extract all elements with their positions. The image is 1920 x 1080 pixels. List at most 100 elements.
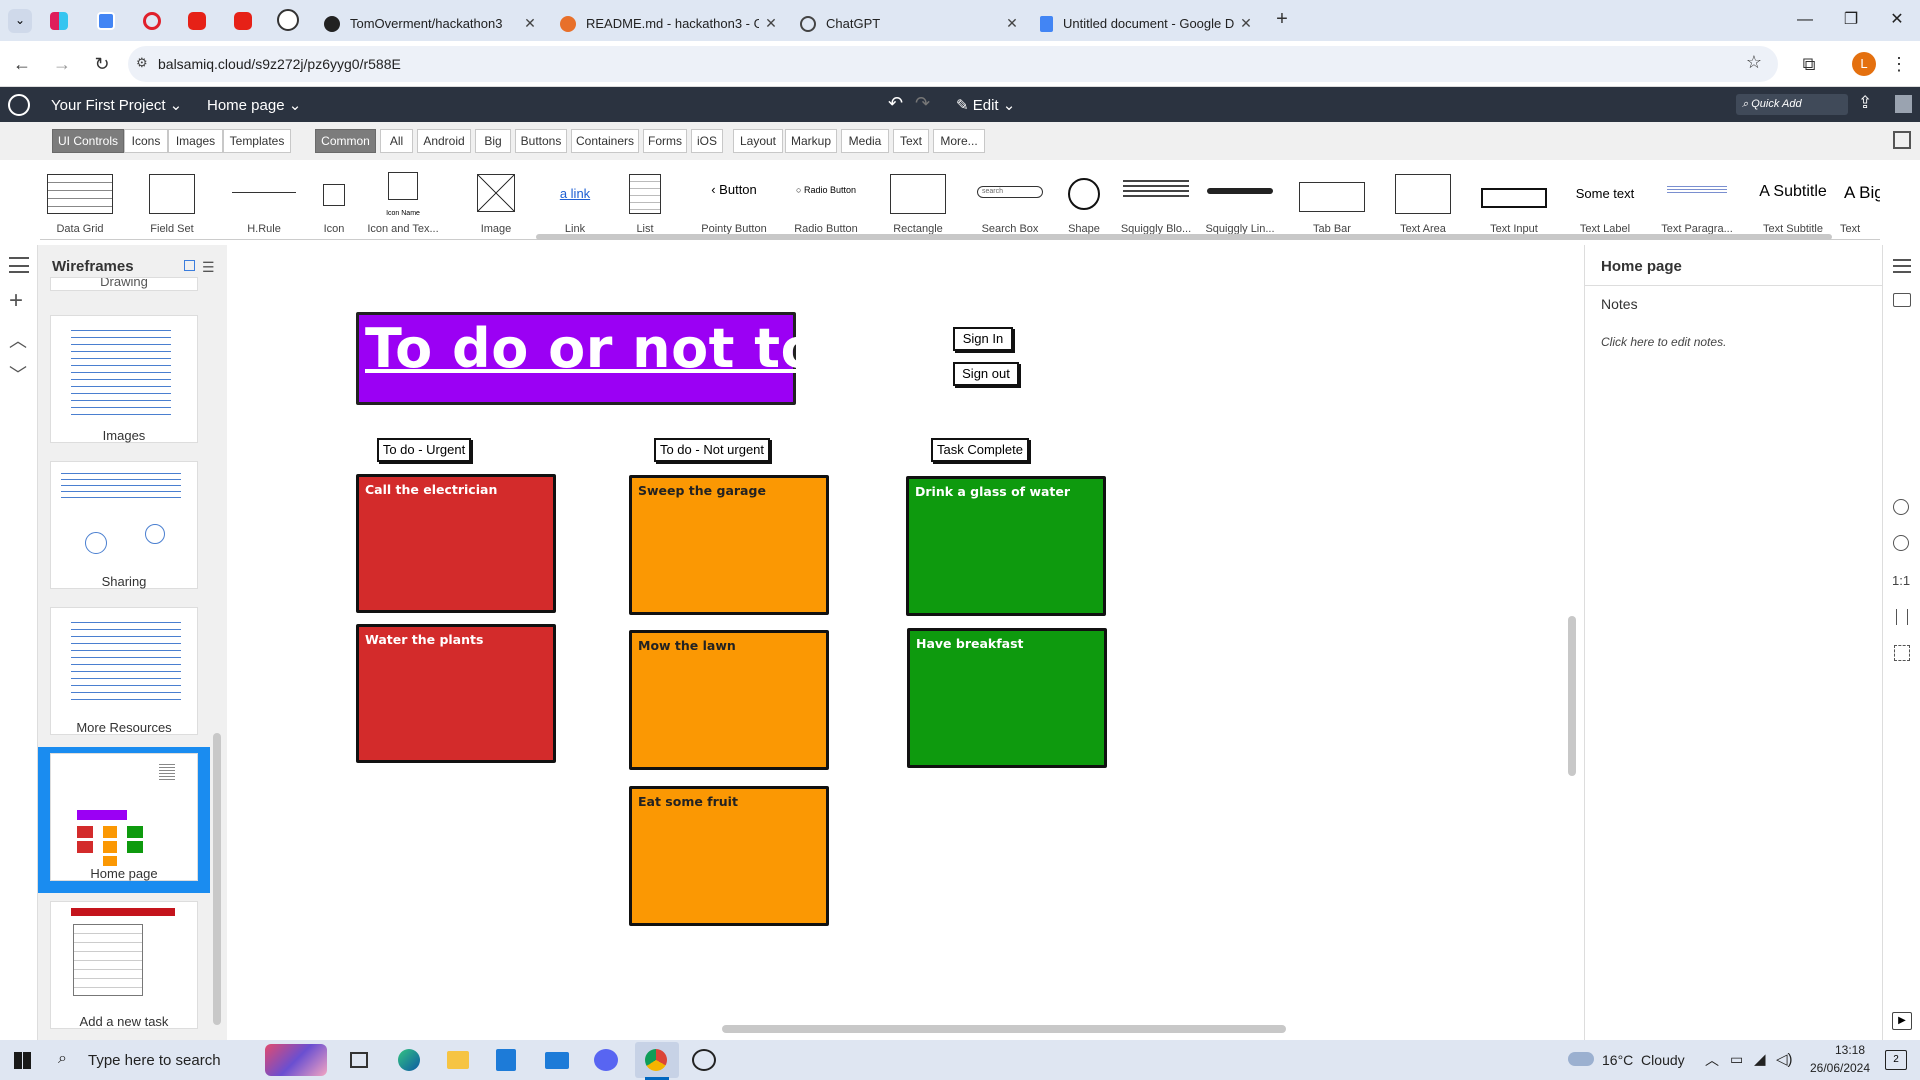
extensions-icon[interactable]: ⧉ bbox=[1795, 50, 1823, 78]
page-title-dropdown[interactable]: Home page ⌄ bbox=[207, 96, 301, 114]
page-thumbnail[interactable]: Images bbox=[50, 315, 198, 443]
forward-icon[interactable]: → bbox=[48, 50, 76, 78]
component-rectangle[interactable]: Rectangle bbox=[878, 166, 958, 236]
chevron-down-icon[interactable]: ﹀ bbox=[9, 361, 27, 387]
actual-size-button[interactable]: 1:1 bbox=[1892, 573, 1910, 588]
group-ui-controls[interactable]: UI Controls bbox=[52, 129, 124, 153]
file-explorer-icon[interactable] bbox=[447, 1051, 469, 1069]
page-thumbnail-selected[interactable]: Home page bbox=[50, 753, 198, 881]
back-icon[interactable]: ← bbox=[8, 50, 36, 78]
task-card-complete[interactable]: Drink a glass of water bbox=[906, 476, 1106, 616]
category-common[interactable]: Common bbox=[315, 129, 376, 153]
category-more[interactable]: More... bbox=[933, 129, 985, 153]
edit-menu[interactable]: ✎ Edit ⌄ bbox=[956, 96, 1015, 114]
component-squiggly-block[interactable]: Squiggly Blo... bbox=[1116, 166, 1196, 236]
group-templates[interactable]: Templates bbox=[223, 129, 291, 153]
page-thumbnail[interactable]: Sharing bbox=[50, 461, 198, 589]
component-search-box[interactable]: search Search Box bbox=[970, 166, 1050, 236]
component-squiggly-line[interactable]: Squiggly Lin... bbox=[1200, 166, 1280, 236]
column-header-complete[interactable]: Task Complete bbox=[931, 438, 1029, 462]
quick-add-input[interactable]: ⌕ Quick Add bbox=[1736, 94, 1848, 115]
navigator-scrollbar[interactable] bbox=[213, 733, 221, 1025]
address-bar[interactable]: ⚙ balsamiq.cloud/s9z272j/pz6yyg0/r588E ☆ bbox=[128, 46, 1778, 82]
close-icon[interactable]: ✕ bbox=[1000, 15, 1024, 32]
category-markup[interactable]: Markup bbox=[785, 129, 837, 153]
component-text-subtitle[interactable]: A Subtitle Text Subtitle bbox=[1753, 166, 1833, 236]
category-buttons[interactable]: Buttons bbox=[515, 129, 567, 153]
component-image[interactable]: Image bbox=[456, 166, 536, 236]
profile-avatar[interactable]: L bbox=[1852, 52, 1876, 76]
list-view-icon[interactable] bbox=[9, 257, 29, 273]
pinned-tab-opera[interactable] bbox=[143, 12, 161, 30]
settings-sliders-icon[interactable] bbox=[1893, 259, 1911, 273]
component-text-paragraph[interactable]: Text Paragra... bbox=[1657, 166, 1737, 236]
component-list[interactable]: List bbox=[605, 166, 685, 236]
task-card-not-urgent[interactable]: Sweep the garage bbox=[629, 475, 829, 615]
fit-icon[interactable] bbox=[1896, 609, 1908, 625]
store-icon[interactable] bbox=[496, 1049, 516, 1071]
browser-tab[interactable]: ChatGPT ✕ bbox=[788, 6, 1024, 41]
component-pointy-button[interactable]: ‹ Button Pointy Button bbox=[694, 166, 774, 236]
weather-text[interactable]: 16°C Cloudy bbox=[1602, 1052, 1685, 1068]
project-title[interactable]: Your First Project ⌄ bbox=[51, 96, 182, 114]
bookmark-star-icon[interactable]: ☆ bbox=[1746, 52, 1762, 73]
component-text-input[interactable]: Text Input bbox=[1474, 166, 1554, 236]
component-text-area[interactable]: Text Area bbox=[1383, 166, 1463, 236]
browser-tab[interactable]: Untitled document - Google Do ✕ bbox=[1028, 6, 1258, 41]
restore-button[interactable]: ❐ bbox=[1828, 6, 1874, 34]
browser-tab[interactable]: TomOverment/hackathon3 ✕ bbox=[312, 6, 542, 41]
new-tab-button[interactable]: + bbox=[1270, 8, 1294, 32]
category-text[interactable]: Text bbox=[893, 129, 929, 153]
zoom-in-icon[interactable] bbox=[1893, 535, 1909, 551]
task-card-urgent[interactable]: Call the electrician bbox=[356, 474, 556, 613]
column-header-not-urgent[interactable]: To do - Not urgent bbox=[654, 438, 770, 462]
component-tab-bar[interactable]: Tab Bar bbox=[1292, 166, 1372, 236]
pinned-tab-slack[interactable] bbox=[50, 12, 68, 30]
reload-icon[interactable]: ↻ bbox=[88, 50, 116, 78]
snipping-tool-icon[interactable] bbox=[692, 1049, 716, 1071]
component-text[interactable]: A Big Text bbox=[1840, 166, 1880, 236]
component-icon[interactable]: Icon bbox=[294, 166, 374, 236]
volume-icon[interactable]: ◁) bbox=[1776, 1050, 1793, 1068]
zoom-out-icon[interactable] bbox=[1893, 499, 1909, 515]
component-radio-button[interactable]: ○ Radio Button Radio Button bbox=[786, 166, 866, 236]
category-media[interactable]: Media bbox=[841, 129, 889, 153]
task-card-urgent[interactable]: Water the plants bbox=[356, 624, 556, 763]
browser-tab[interactable]: README.md - hackathon3 - Git ✕ bbox=[548, 6, 783, 41]
search-highlight-image[interactable] bbox=[265, 1044, 327, 1076]
component-shape[interactable]: Shape bbox=[1044, 166, 1124, 236]
component-text-label[interactable]: Some text Text Label bbox=[1565, 166, 1645, 236]
group-images[interactable]: Images bbox=[168, 129, 223, 153]
presentation-play-icon[interactable]: ▶ bbox=[1892, 1012, 1912, 1030]
task-card-not-urgent[interactable]: Eat some fruit bbox=[629, 786, 829, 926]
properties-toggle-icon[interactable] bbox=[1893, 131, 1911, 149]
add-page-icon[interactable]: + bbox=[9, 289, 23, 313]
category-all[interactable]: All bbox=[380, 129, 413, 153]
redo-icon[interactable]: ↷ bbox=[915, 93, 930, 114]
title-banner[interactable]: To do or not to do! bbox=[356, 312, 939, 405]
url-text[interactable]: balsamiq.cloud/s9z272j/pz6yyg0/r588E bbox=[158, 56, 401, 72]
kebab-menu-icon[interactable]: ⋮ bbox=[1885, 50, 1913, 78]
hidden-icons-chevron-icon[interactable]: ︿ bbox=[1705, 1050, 1719, 1070]
pinned-tab-balsamiq[interactable] bbox=[277, 9, 299, 31]
category-ios[interactable]: iOS bbox=[691, 129, 723, 153]
close-icon[interactable]: ✕ bbox=[1234, 15, 1258, 32]
edge-icon[interactable] bbox=[398, 1049, 420, 1071]
category-big[interactable]: Big bbox=[475, 129, 511, 153]
pinned-tab-calendar[interactable] bbox=[97, 12, 115, 30]
close-icon[interactable]: ✕ bbox=[518, 15, 542, 32]
group-icons[interactable]: Icons bbox=[124, 129, 168, 153]
category-layout[interactable]: Layout bbox=[733, 129, 783, 153]
mail-icon[interactable] bbox=[545, 1052, 569, 1069]
windows-start-icon[interactable] bbox=[14, 1052, 31, 1069]
balsamiq-logo-icon[interactable] bbox=[8, 94, 30, 116]
site-info-icon[interactable]: ⚙ bbox=[136, 55, 148, 71]
discord-icon[interactable] bbox=[594, 1049, 618, 1071]
column-header-urgent[interactable]: To do - Urgent bbox=[377, 438, 471, 462]
meet-now-icon[interactable]: ▭ bbox=[1730, 1051, 1743, 1068]
network-icon[interactable]: ◢ bbox=[1754, 1050, 1766, 1068]
component-link[interactable]: a link Link bbox=[535, 166, 615, 236]
category-forms[interactable]: Forms bbox=[643, 129, 687, 153]
clock-time[interactable]: 13:18 bbox=[1815, 1043, 1885, 1057]
page-thumbnail[interactable]: Add a new task bbox=[50, 901, 198, 1029]
